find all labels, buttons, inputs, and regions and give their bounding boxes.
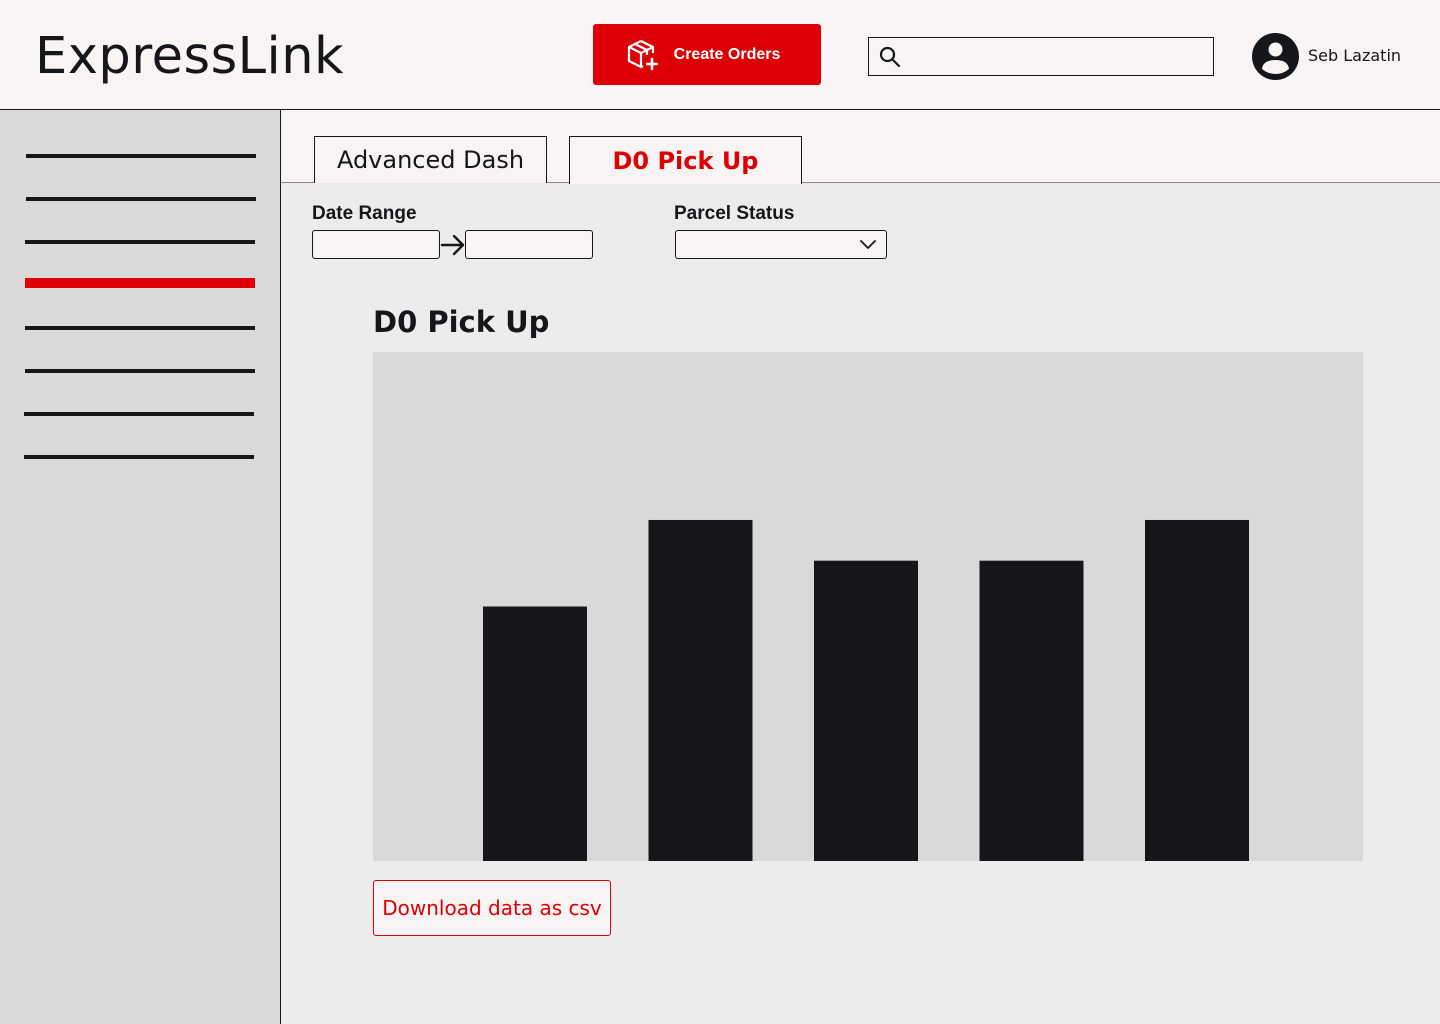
sidebar-item-4-active[interactable]	[25, 278, 255, 288]
download-csv-button[interactable]: Download data as csv	[373, 880, 611, 936]
package-plus-icon	[627, 39, 658, 70]
user-name[interactable]: Seb Lazatin	[1308, 46, 1401, 66]
sidebar-item-2[interactable]	[26, 197, 256, 201]
sidebar-item-6[interactable]	[25, 369, 255, 373]
tab-advanced-dash[interactable]: Advanced Dash	[314, 136, 547, 183]
date-from-input[interactable]	[312, 230, 440, 259]
chart-bar-1	[483, 606, 587, 861]
create-orders-label: Create Orders	[673, 45, 781, 63]
chart-bar-5	[1145, 519, 1249, 861]
tab-bar: Advanced Dash D0 Pick Up	[281, 110, 1440, 184]
user-avatar-icon[interactable]	[1252, 33, 1299, 80]
sidebar-item-8[interactable]	[24, 455, 254, 459]
sidebar-item-3[interactable]	[25, 240, 255, 244]
sidebar-item-1[interactable]	[26, 154, 256, 158]
chart-title: D0 Pick Up	[373, 305, 550, 339]
app-logo[interactable]: ExpressLink	[35, 29, 344, 85]
search-icon	[879, 46, 901, 68]
search-input[interactable]	[909, 40, 1205, 73]
sidebar	[0, 110, 281, 1024]
top-header: ExpressLink Create Orders Seb Lazatin	[0, 0, 1440, 110]
date-to-input[interactable]	[465, 230, 593, 259]
create-orders-button[interactable]: Create Orders	[593, 24, 821, 85]
arrow-right-icon	[440, 234, 465, 256]
tab-d0-pick-up[interactable]: D0 Pick Up	[569, 136, 802, 184]
bar-chart	[373, 352, 1363, 861]
search-field[interactable]	[868, 37, 1214, 76]
parcel-status-label: Parcel Status	[674, 203, 795, 224]
chevron-down-icon	[860, 240, 876, 249]
chart-bar-2	[648, 519, 753, 861]
bar-chart-svg	[483, 519, 1249, 861]
date-range-label: Date Range	[312, 203, 417, 224]
parcel-status-select[interactable]	[675, 230, 887, 259]
chart-bar-3	[814, 560, 918, 861]
sidebar-item-5[interactable]	[25, 326, 255, 330]
sidebar-item-7[interactable]	[24, 412, 254, 416]
chart-bar-4	[979, 560, 1084, 861]
